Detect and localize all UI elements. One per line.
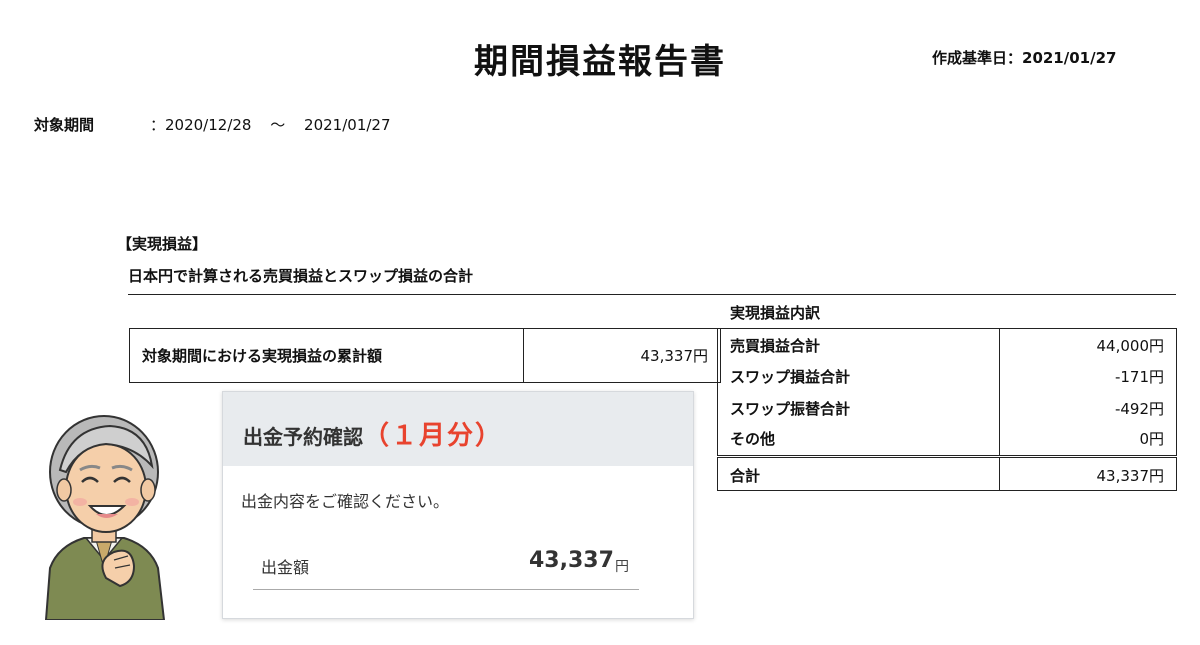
month-note: （１月分）	[363, 421, 504, 451]
cumulative-value: 43,337円	[523, 328, 721, 383]
total-column-divider	[999, 458, 1000, 490]
amount-unit: 円	[615, 559, 629, 575]
breakdown-table: 売買損益合計 44,000円 スワップ損益合計 -171円 スワップ振替合計 -…	[717, 328, 1177, 456]
period-separator: 〜	[270, 116, 286, 134]
breakdown-row: 売買損益合計 44,000円	[718, 329, 1176, 359]
card-title: 出金予約確認（１月分）	[243, 415, 503, 452]
period-end: 2021/01/27	[304, 116, 391, 134]
cumulative-row: 対象期間における実現損益の累計額 43,337円	[129, 328, 721, 383]
amount-label: 出金額	[261, 558, 310, 577]
section-title: 【実現損益】	[117, 235, 208, 253]
created-date: 作成基準日：2021/01/27	[932, 49, 1117, 67]
smiling-elderly-man-icon	[44, 415, 166, 620]
withdrawal-confirm-card: 出金予約確認（１月分） 出金内容をご確認ください。 出金額 43,337 円	[222, 391, 694, 619]
breakdown-row: スワップ振替合計 -492円	[718, 392, 1176, 422]
card-message: 出金内容をご確認ください。	[241, 492, 450, 511]
cumulative-table: 対象期間における実現損益の累計額 43,337円	[129, 328, 721, 383]
card-header: 出金予約確認（１月分）	[223, 392, 693, 466]
section-description: 日本円で計算される売買損益とスワップ損益の合計	[128, 267, 474, 285]
breakdown-value: 44,000円	[1096, 337, 1165, 355]
period-label: 対象期間	[34, 116, 95, 134]
card-title-text: 出金予約確認	[243, 425, 363, 449]
breakdown-row: その他 0円	[718, 422, 1176, 452]
breakdown-label: 売買損益合計	[730, 337, 821, 355]
period-value: ：2020/12/28 〜 2021/01/27	[150, 114, 405, 135]
section-divider	[128, 294, 1176, 295]
total-value: 43,337円	[1096, 467, 1165, 485]
breakdown-value: -492円	[1114, 400, 1164, 418]
breakdown-value: 0円	[1139, 430, 1164, 448]
breakdown-title: 実現損益内訳	[730, 304, 821, 322]
breakdown-label: その他	[730, 430, 776, 448]
breakdown-value: -171円	[1114, 368, 1164, 386]
breakdown-row: スワップ損益合計 -171円	[718, 360, 1176, 390]
amount-underline	[253, 589, 639, 590]
breakdown-label: スワップ振替合計	[730, 400, 851, 418]
cumulative-label: 対象期間における実現損益の累計額	[129, 328, 524, 383]
amount-value: 43,337	[529, 548, 614, 573]
total-label: 合計	[730, 467, 761, 485]
period-start: ：2020/12/28	[150, 116, 252, 134]
breakdown-label: スワップ損益合計	[730, 368, 851, 386]
breakdown-total-row: 合計 43,337円	[717, 457, 1177, 491]
